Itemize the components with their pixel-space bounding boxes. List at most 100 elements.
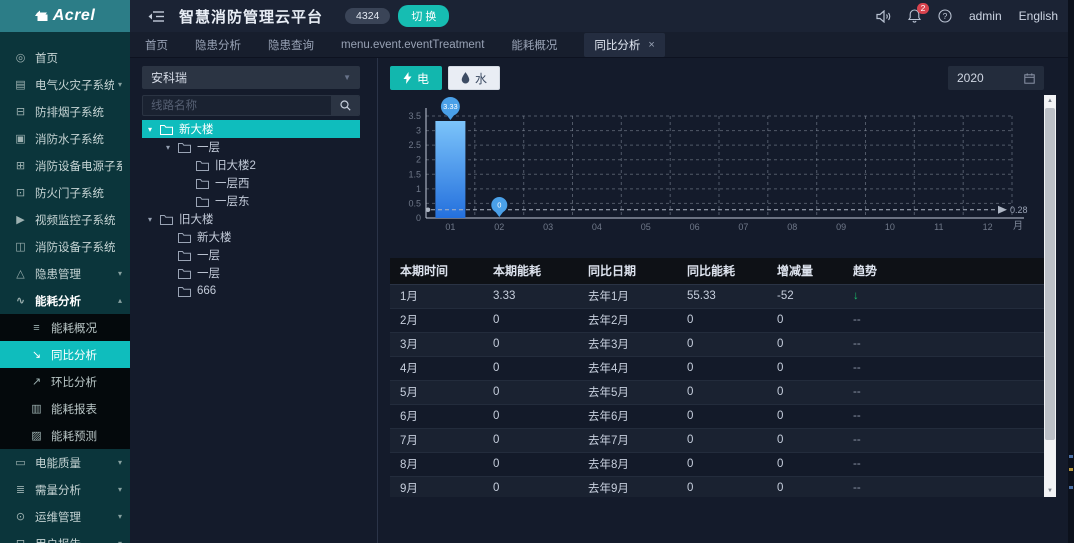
tab-event-treatment[interactable]: menu.event.eventTreatment — [341, 39, 484, 51]
help-icon[interactable]: ? — [938, 9, 952, 23]
scroll-down-icon[interactable]: ▼ — [1044, 485, 1056, 497]
sidebar-item-mom-analysis[interactable]: ↗ 环比分析 — [0, 368, 130, 395]
tree-node[interactable]: ▾ 新大楼 — [142, 120, 360, 138]
energy-forecast-icon: ▨ — [31, 430, 42, 442]
fire-water-system-icon: ▣ — [15, 133, 26, 145]
sidebar-item-energy-forecast[interactable]: ▨ 能耗预测 — [0, 422, 130, 449]
sidebar-item-home[interactable]: ◎ 首页 — [0, 44, 130, 71]
acrel-logo-icon — [34, 10, 48, 21]
sidebar-item-user-report[interactable]: ⊟ 用户报告 ▾ — [0, 530, 130, 543]
table-cell: 0 — [483, 308, 578, 333]
trend-cell: -- — [843, 452, 1044, 477]
sidebar-item-energy-overview[interactable]: ≡ 能耗概况 — [0, 314, 130, 341]
svg-text:10: 10 — [885, 222, 895, 232]
content-scrollbar[interactable]: ▲ ▼ — [1044, 95, 1056, 497]
tab-label: 能耗概况 — [511, 39, 558, 52]
tab-hazard-query[interactable]: 隐患查询 — [268, 37, 314, 53]
tree-node[interactable]: ▾ 一层 — [142, 138, 360, 156]
menu-fold-icon[interactable] — [148, 10, 165, 23]
sidebar-item-label: 能耗概况 — [51, 322, 97, 335]
trend-cell: -- — [843, 404, 1044, 429]
sidebar-item-smoke-exhaust-system[interactable]: ⊟ 防排烟子系统 — [0, 98, 130, 125]
sidebar-item-demand-analysis[interactable]: ≣ 需量分析 ▾ — [0, 476, 130, 503]
user-menu[interactable]: admin — [969, 9, 1002, 23]
toolbar: 电 水 2020 — [390, 66, 1044, 90]
sidebar-item-energy-analysis[interactable]: ∿ 能耗分析 ▴ — [0, 287, 130, 314]
scroll-mark — [1069, 486, 1073, 489]
table-cell: 0 — [677, 404, 767, 429]
bell-icon[interactable]: 2 — [907, 3, 929, 23]
tree-node-label: 666 — [197, 285, 217, 297]
sidebar-item-label: 电气火灾子系统 — [35, 79, 114, 92]
fire-door-system-icon: ⊡ — [15, 187, 26, 199]
sound-icon[interactable] — [876, 9, 891, 23]
svg-text:0.5: 0.5 — [408, 198, 421, 208]
hazard-management-icon: △ — [16, 268, 25, 280]
language-switch[interactable]: English — [1019, 9, 1058, 23]
sidebar-item-fire-equipment-system[interactable]: ◫ 消防设备子系统 — [0, 233, 130, 260]
folder-icon — [178, 250, 191, 261]
tree-node[interactable]: 一层 — [142, 264, 360, 282]
table-cell: 0 — [677, 332, 767, 357]
year-picker[interactable]: 2020 — [948, 66, 1044, 90]
folder-icon — [196, 160, 209, 171]
tab-home[interactable]: 首页 — [145, 37, 168, 53]
sidebar-item-fire-water-system[interactable]: ▣ 消防水子系统 — [0, 125, 130, 152]
window-scrollbar[interactable] — [1068, 0, 1074, 543]
tree-node[interactable]: 一层西 — [142, 174, 360, 192]
yoy-table-wrap: 本期时间 本期能耗 同比日期 同比能耗 增减量 趋势 1月 3.33 去年1月 55.33 -52… — [390, 258, 1044, 497]
svg-text:1: 1 — [416, 184, 421, 194]
x-axis-name: 月 — [1013, 220, 1023, 232]
table-cell: 去年5月 — [578, 380, 677, 405]
sidebar-item-label: 用户报告 — [35, 536, 114, 543]
sidebar-item-fire-equipment-power-system[interactable]: ⊞ 消防设备电源子系统 — [0, 152, 130, 179]
tab-label: 同比分析 — [594, 39, 641, 52]
search-input[interactable] — [143, 96, 331, 115]
sidebar-item-power-quality[interactable]: ▭ 电能质量 ▾ — [0, 449, 130, 476]
tree-node[interactable]: 一层 — [142, 246, 360, 264]
table-cell: 1月 — [390, 284, 483, 309]
sidebar-item-video-monitoring-system[interactable]: ▶ 视频监控子系统 — [0, 206, 130, 233]
svg-text:2.5: 2.5 — [408, 140, 421, 150]
table-cell: 0 — [767, 332, 843, 357]
sidebar-item-fire-door-system[interactable]: ⊡ 防火门子系统 — [0, 179, 130, 206]
sidebar-item-label: 消防设备电源子系统 — [35, 160, 122, 173]
sidebar-item-electrical-fire-system[interactable]: ▤ 电气火灾子系统 ▾ — [0, 71, 130, 98]
table-cell: 0 — [483, 356, 578, 381]
electricity-toggle[interactable]: 电 — [390, 66, 443, 90]
fire-equipment-system-icon: ◫ — [15, 241, 26, 253]
table-cell: 9月 — [390, 476, 483, 497]
table-cell: 55.33 — [677, 284, 767, 309]
energy-analysis-icon: ∿ — [15, 295, 26, 307]
water-toggle[interactable]: 水 — [448, 66, 501, 90]
sidebar-item-yoy-analysis[interactable]: ↘ 同比分析 — [0, 341, 130, 368]
search-button[interactable] — [331, 96, 359, 115]
tab-energy-overview[interactable]: 能耗概况 — [511, 37, 557, 53]
tree-node[interactable]: ▾ 旧大楼 — [142, 210, 360, 228]
sidebar-item-operations-management[interactable]: ⊙ 运维管理 ▾ — [0, 503, 130, 530]
scroll-up-icon[interactable]: ▲ — [1044, 95, 1056, 107]
tab-label: 隐患分析 — [195, 39, 241, 52]
tree-node[interactable]: 666 — [142, 282, 360, 300]
tree-node[interactable]: 新大楼 — [142, 228, 360, 246]
sidebar-item-label: 消防水子系统 — [35, 133, 104, 146]
column-header: 同比能耗 — [677, 258, 767, 285]
sidebar-item-energy-report[interactable]: ▥ 能耗报表 — [0, 395, 130, 422]
tree-node[interactable]: 旧大楼2 — [142, 156, 360, 174]
switch-button[interactable]: 切 换 — [398, 5, 450, 27]
mark-line: 0.28 — [425, 205, 1028, 215]
tab-label: menu.event.eventTreatment — [341, 38, 485, 51]
close-icon[interactable]: × — [648, 39, 654, 51]
tab-hazard-analysis[interactable]: 隐患分析 — [195, 37, 241, 53]
sidebar-item-hazard-management[interactable]: △ 隐患管理 ▾ — [0, 260, 130, 287]
site-select[interactable]: 安科瑞 ▼ — [142, 66, 360, 89]
tab-label: 隐患查询 — [268, 39, 314, 52]
tab-yoy-analysis[interactable]: 同比分析 × — [584, 32, 665, 57]
table-cell: 去年3月 — [578, 332, 677, 357]
table-row: 8月 0 去年8月 0 0 -- — [390, 452, 1044, 477]
svg-text:0.28: 0.28 — [1010, 205, 1028, 215]
table-cell: 去年8月 — [578, 452, 677, 477]
tree-node[interactable]: 一层东 — [142, 192, 360, 210]
table-cell: 3.33 — [483, 284, 578, 309]
scrollbar-thumb[interactable] — [1045, 108, 1055, 440]
